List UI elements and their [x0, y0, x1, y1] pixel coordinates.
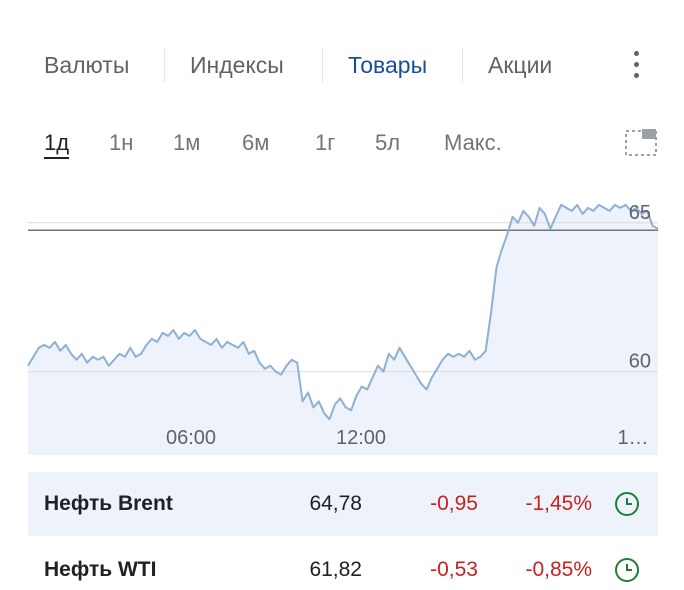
range-5y[interactable]: 5л — [375, 120, 400, 166]
clock-icon — [615, 558, 639, 582]
range-1w[interactable]: 1н — [109, 120, 133, 166]
quote-row-wti[interactable]: Нефть WTI 61,82 -0,53 -0,85% — [28, 538, 658, 590]
range-1y[interactable]: 1г — [315, 120, 335, 166]
quote-price: 61,82 — [309, 558, 362, 581]
y-tick-label: 65 — [629, 202, 651, 224]
more-vert-icon[interactable] — [620, 46, 654, 84]
range-1d[interactable]: 1д — [44, 120, 70, 166]
market-tabs: Валюты Индексы Товары Акции — [0, 36, 684, 94]
clock-icon — [615, 492, 639, 516]
x-tick-label: 06:00 — [166, 427, 216, 449]
price-chart[interactable]: 60 65 06:00 12:00 1… — [0, 180, 684, 460]
tab-commodities[interactable]: Товары — [348, 36, 427, 94]
quote-change: -0,95 — [430, 492, 478, 515]
quote-change: -0,53 — [430, 558, 478, 581]
tab-stocks[interactable]: Акции — [488, 36, 552, 94]
chart-area-fill — [28, 204, 658, 455]
range-max[interactable]: Макс. — [444, 120, 502, 166]
tab-indexes[interactable]: Индексы — [190, 36, 284, 94]
quote-name: Нефть Brent — [44, 492, 173, 515]
range-1m[interactable]: 1м — [173, 120, 200, 166]
x-tick-label: 12:00 — [336, 427, 386, 449]
quote-change-percent: -0,85% — [525, 558, 592, 581]
fullscreen-icon[interactable] — [624, 127, 658, 157]
time-range-selector: 1д 1н 1м 6м 1г 5л Макс. — [0, 120, 684, 166]
tab-currencies[interactable]: Валюты — [44, 36, 129, 94]
range-6m[interactable]: 6м — [242, 120, 269, 166]
tab-divider — [462, 48, 463, 82]
quote-list: Нефть Brent 64,78 -0,95 -1,45% Нефть WTI… — [28, 472, 658, 590]
quote-row-brent[interactable]: Нефть Brent 64,78 -0,95 -1,45% — [28, 472, 658, 536]
x-tick-label: 1… — [617, 427, 648, 449]
y-tick-label: 60 — [629, 351, 651, 373]
tab-divider — [322, 48, 323, 82]
quote-name: Нефть WTI — [44, 558, 157, 581]
quote-change-percent: -1,45% — [525, 492, 592, 515]
tab-divider — [164, 48, 165, 82]
quote-price: 64,78 — [309, 492, 362, 515]
